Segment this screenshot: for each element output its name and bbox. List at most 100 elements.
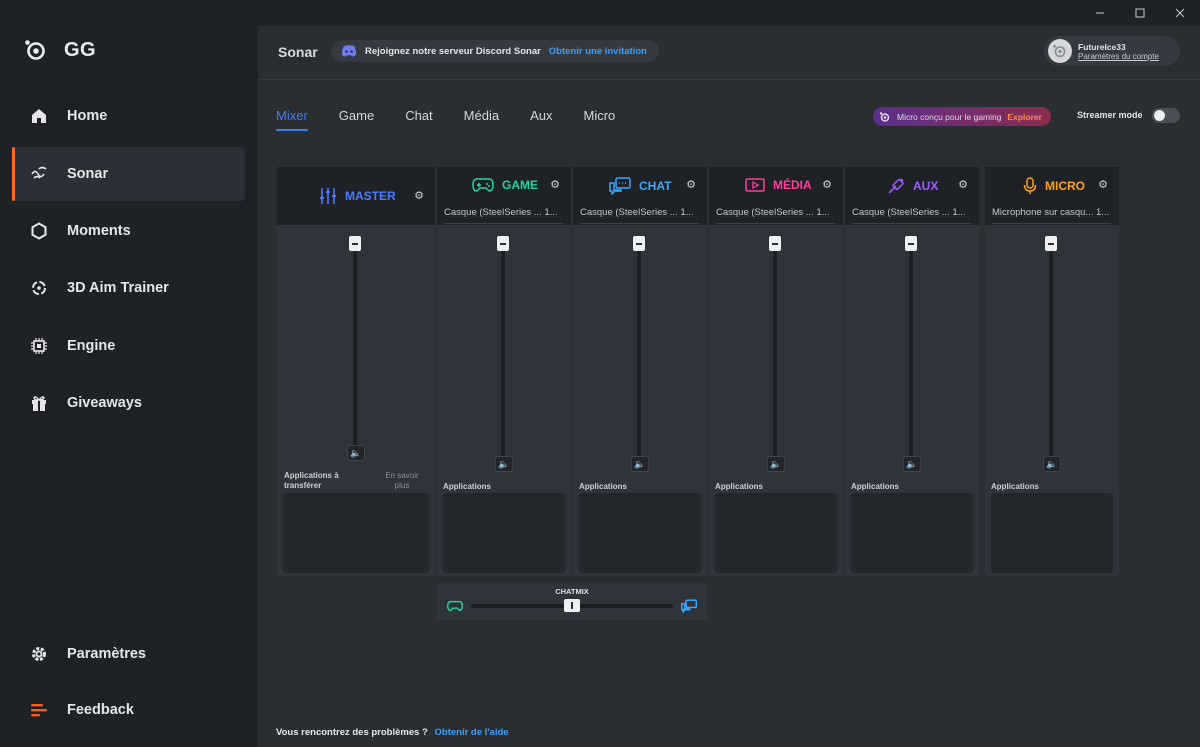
streamer-mode-label: Streamer mode <box>1077 110 1143 120</box>
micro-volume-track[interactable] <box>1049 248 1053 468</box>
master-settings-gear-icon[interactable]: ⚙ <box>413 189 425 202</box>
tab-mixer[interactable]: Mixer <box>276 108 308 131</box>
chatmix-slider-thumb[interactable] <box>564 599 580 612</box>
sidebar-item-3d-aim-trainer[interactable]: 3D Aim Trainer <box>12 261 245 315</box>
game-volume-track[interactable] <box>501 248 505 468</box>
help-link[interactable]: Obtenir de l'aide <box>435 727 509 738</box>
master-volume-thumb[interactable] <box>349 236 361 251</box>
learn-more-link[interactable]: En savoir plus <box>380 471 424 491</box>
master-title: MASTER <box>319 187 396 205</box>
sidebar-item-moments[interactable]: Moments <box>12 204 245 258</box>
micro-volume-thumb[interactable] <box>1045 236 1057 251</box>
aux-header: AUX ⚙ Casque (SteelSeries ... 1... <box>845 167 979 225</box>
game-apps-label: Applications <box>443 482 492 491</box>
sidebar-item-label: Engine <box>67 338 116 354</box>
sidebar-item-giveaways[interactable]: Giveaways <box>12 376 245 430</box>
master-speaker-icon[interactable]: 🔈 <box>347 445 365 461</box>
micro-input-device[interactable]: Microphone sur casqu... 1... <box>992 207 1111 224</box>
chat-channel: CHAT ⚙ Casque (SteelSeries ... 1... 🔈 Ap… <box>573 167 707 576</box>
master-volume-track[interactable] <box>353 248 357 456</box>
streamer-mode-toggle[interactable] <box>1152 108 1180 123</box>
promo-text: Micro conçu pour le gaming <box>897 111 1002 122</box>
tab-chat[interactable]: Chat <box>405 108 432 131</box>
help-footer: Vous rencontrez des problèmes ? Obtenir … <box>276 727 509 738</box>
account-chip[interactable]: FutureIce33 Paramètres du compte <box>1044 36 1180 66</box>
micro-body: 🔈 Applications <box>985 225 1119 576</box>
gamepad-icon <box>447 600 463 612</box>
media-output-device[interactable]: Casque (SteelSeries ... 1... <box>716 207 835 224</box>
tab-bar: Mixer Game Chat Média Aux Micro <box>276 108 615 131</box>
game-channel: GAME ⚙ Casque (SteelSeries ... 1... 🔈 Ap… <box>437 167 571 576</box>
game-apps-dropzone[interactable] <box>443 493 565 573</box>
media-header: MÉDIA ⚙ Casque (SteelSeries ... 1... <box>709 167 843 225</box>
tab-media[interactable]: Média <box>464 108 499 131</box>
game-settings-gear-icon[interactable]: ⚙ <box>549 178 561 191</box>
minimize-icon[interactable] <box>1080 0 1120 26</box>
steelseries-logo-icon <box>25 40 45 60</box>
micro-settings-gear-icon[interactable]: ⚙ <box>1097 178 1109 191</box>
crosshair-icon <box>30 279 48 297</box>
micro-channel: MICRO ⚙ Microphone sur casqu... 1... 🔈 A… <box>985 167 1119 576</box>
page-title: Sonar <box>278 44 318 60</box>
close-icon[interactable] <box>1160 0 1200 26</box>
sidebar-item-home[interactable]: Home <box>12 89 245 143</box>
micro-apps-label: Applications <box>991 482 1040 491</box>
tab-game[interactable]: Game <box>339 108 374 131</box>
equalizer-icon <box>320 188 336 204</box>
sidebar-item-label: Feedback <box>67 702 134 718</box>
micro-header: MICRO ⚙ Microphone sur casqu... 1... <box>985 167 1119 225</box>
chat-volume-track[interactable] <box>637 248 641 468</box>
promo-explore-link[interactable]: Explorer <box>1007 112 1042 122</box>
game-speaker-icon[interactable]: 🔈 <box>495 456 513 472</box>
chat-title: CHAT <box>609 177 671 195</box>
aux-volume-track[interactable] <box>909 248 913 468</box>
chip-icon <box>30 337 48 355</box>
game-output-device[interactable]: Casque (SteelSeries ... 1... <box>444 207 563 224</box>
media-label: MÉDIA <box>773 178 812 192</box>
media-volume-track[interactable] <box>773 248 777 468</box>
tab-micro[interactable]: Micro <box>583 108 615 131</box>
micro-speaker-icon[interactable]: 🔈 <box>1043 456 1061 472</box>
sidebar-item-feedback[interactable]: Feedback <box>12 683 245 737</box>
aux-speaker-icon[interactable]: 🔈 <box>903 456 921 472</box>
window-controls <box>1080 0 1200 26</box>
micro-apps-dropzone[interactable] <box>991 493 1113 573</box>
aux-label: AUX <box>913 179 939 193</box>
sidebar-item-label: Moments <box>67 223 131 239</box>
sidebar-item-engine[interactable]: Engine <box>12 319 245 373</box>
sonar-icon <box>30 165 48 183</box>
micro-promo-banner[interactable]: Micro conçu pour le gaming Explorer <box>873 107 1051 126</box>
chat-output-device[interactable]: Casque (SteelSeries ... 1... <box>580 207 699 224</box>
chat-settings-gear-icon[interactable]: ⚙ <box>685 178 697 191</box>
master-apps-dropzone[interactable] <box>283 493 429 573</box>
media-settings-gear-icon[interactable]: ⚙ <box>821 178 833 191</box>
sidebar-item-sonar[interactable]: Sonar <box>12 147 245 201</box>
tab-aux[interactable]: Aux <box>530 108 552 131</box>
media-volume-thumb[interactable] <box>769 236 781 251</box>
discord-banner[interactable]: Rejoignez notre serveur Discord Sonar Ob… <box>331 40 659 62</box>
discord-invite-link[interactable]: Obtenir une invitation <box>549 46 647 57</box>
master-label: MASTER <box>345 189 396 203</box>
maximize-icon[interactable] <box>1120 0 1160 26</box>
account-settings-link[interactable]: Paramètres du compte <box>1078 52 1159 61</box>
topbar: Sonar Rejoignez notre serveur Discord So… <box>258 26 1200 80</box>
chat-volume-thumb[interactable] <box>633 236 645 251</box>
chat-apps-label: Applications <box>579 482 628 491</box>
game-volume-thumb[interactable] <box>497 236 509 251</box>
aux-output-device[interactable]: Casque (SteelSeries ... 1... <box>852 207 971 224</box>
media-channel: MÉDIA ⚙ Casque (SteelSeries ... 1... 🔈 A… <box>709 167 843 576</box>
media-speaker-icon[interactable]: 🔈 <box>767 456 785 472</box>
aux-volume-thumb[interactable] <box>905 236 917 251</box>
home-icon <box>30 107 48 125</box>
chatmix-panel: CHATMIX <box>437 583 707 620</box>
chat-speaker-icon[interactable]: 🔈 <box>631 456 649 472</box>
micro-title: MICRO <box>1023 177 1085 195</box>
sidebar-item-parametres[interactable]: Paramètres <box>12 627 245 681</box>
aux-settings-gear-icon[interactable]: ⚙ <box>957 178 969 191</box>
chat-label: CHAT <box>639 179 672 193</box>
aux-apps-dropzone[interactable] <box>851 493 973 573</box>
sidebar: GG Home Sonar Moments 3D Aim Trainer Eng… <box>0 0 258 747</box>
game-header: GAME ⚙ Casque (SteelSeries ... 1... <box>437 167 571 225</box>
media-apps-dropzone[interactable] <box>715 493 837 573</box>
chat-apps-dropzone[interactable] <box>579 493 701 573</box>
